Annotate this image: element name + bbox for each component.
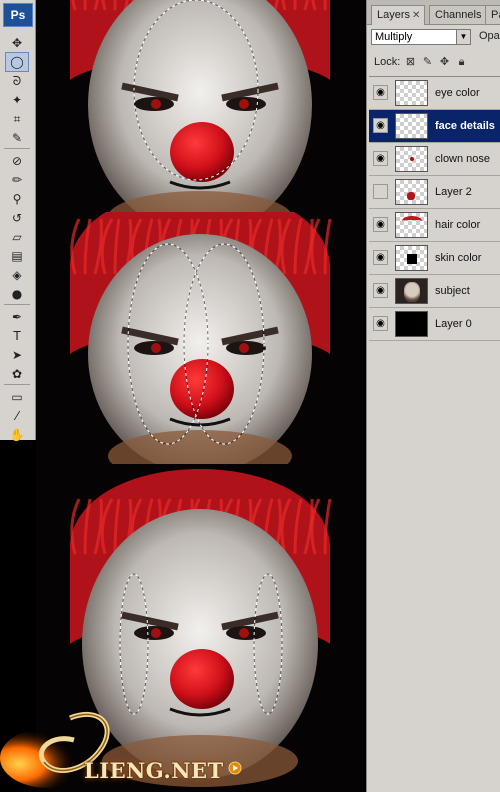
hand-tool[interactable]: ✋ <box>5 425 29 445</box>
tool-separator <box>4 304 30 305</box>
layer-row[interactable]: ◉ eye color <box>369 77 500 110</box>
layer-thumbnail[interactable] <box>395 113 428 139</box>
tab-paths[interactable]: Pa <box>485 5 500 24</box>
brush-tool[interactable]: ✏ <box>5 170 29 190</box>
eye-icon[interactable]: ◉ <box>373 217 388 232</box>
tab-channels[interactable]: Channels <box>429 5 487 24</box>
panel-tab-bar: Layers✕ Channels Pa <box>367 0 500 25</box>
layer-name: eye color <box>435 87 480 99</box>
move-lock-icon[interactable]: ✥ <box>438 55 451 69</box>
path-selection-tool[interactable]: ➤ <box>5 345 29 365</box>
layer-thumbnail[interactable] <box>395 179 428 205</box>
layer-name: subject <box>435 285 470 297</box>
layer-row[interactable]: ◉ subject <box>369 275 500 308</box>
layer-row[interactable]: ◉ face details <box>369 110 500 143</box>
layer-row[interactable]: ◉ hair color <box>369 209 500 242</box>
eye-icon[interactable]: ◉ <box>373 85 388 100</box>
tab-paths-label: Pa <box>491 9 500 21</box>
layer-row[interactable]: ◉ Layer 0 <box>369 308 500 341</box>
document-canvas[interactable] <box>36 0 364 792</box>
tool-separator <box>4 384 30 385</box>
layer-list: ◉ eye color ◉ face details ◉ clown nose Layer … <box>369 76 500 342</box>
layer-thumbnail[interactable] <box>395 245 428 271</box>
gradient-tool[interactable]: ▤ <box>5 246 29 266</box>
eye-icon[interactable] <box>373 184 388 199</box>
color-sampler-tool[interactable]: ⁄ <box>5 406 29 426</box>
close-icon[interactable]: ✕ <box>412 10 420 21</box>
tab-layers[interactable]: Layers ✕ <box>371 5 426 25</box>
lock-label: Lock: <box>374 56 401 68</box>
tab-channels-label: Channels <box>435 9 482 21</box>
eye-icon[interactable]: ◉ <box>373 118 388 133</box>
padlock-icon[interactable]: 🔒︎ <box>455 55 468 69</box>
layer-name: hair color <box>435 219 481 231</box>
elliptical-marquee-tool[interactable]: ◯ <box>5 52 29 72</box>
dodge-tool[interactable]: ● <box>5 284 29 304</box>
move-tool[interactable]: ✥ <box>5 33 29 53</box>
layer-row[interactable]: ◉ skin color <box>369 242 500 275</box>
pen-tool[interactable]: ✒ <box>5 307 29 327</box>
magic-wand-tool[interactable]: ✦ <box>5 90 29 110</box>
clown-face-illustration <box>70 212 332 464</box>
layers-panel: Layers✕ Channels Pa Multiply ▼ Opac Lock… <box>366 0 500 792</box>
tab-layers-label: Layers <box>377 9 411 21</box>
layer-thumbnail[interactable] <box>395 80 428 106</box>
clown-face-illustration <box>70 0 330 212</box>
tool-separator <box>4 148 30 149</box>
lock-row: Lock: ⊠ ✎ ✥ 🔒︎ <box>371 55 499 71</box>
layer-thumbnail[interactable] <box>395 146 428 172</box>
layer-thumbnail[interactable] <box>395 212 428 238</box>
eye-icon[interactable]: ◉ <box>373 151 388 166</box>
layer-row[interactable]: ◉ clown nose <box>369 143 500 176</box>
custom-shape-tool[interactable]: ✿ <box>5 364 29 384</box>
opacity-label: Opac <box>479 30 500 42</box>
eye-icon[interactable]: ◉ <box>373 250 388 265</box>
layer-thumbnail[interactable] <box>395 278 428 304</box>
eye-icon[interactable]: ◉ <box>373 283 388 298</box>
history-brush-tool[interactable]: ↺ <box>5 208 29 228</box>
eraser-tool[interactable]: ▱ <box>5 227 29 247</box>
chevron-down-icon[interactable]: ▼ <box>456 30 470 44</box>
brush-lock-icon[interactable]: ✎ <box>421 55 434 69</box>
layer-name: Layer 0 <box>435 318 472 330</box>
layer-name: skin color <box>435 252 482 264</box>
photoshop-logo[interactable]: Ps <box>3 3 33 27</box>
blend-mode-value: Multiply <box>375 31 413 43</box>
lasso-tool[interactable]: ᘐ <box>5 71 29 91</box>
blend-mode-select[interactable]: Multiply ▼ <box>371 29 471 45</box>
notes-tool[interactable]: ▭ <box>5 387 29 407</box>
layer-thumbnail[interactable] <box>395 311 428 337</box>
type-tool[interactable]: T <box>5 326 29 346</box>
layer-name: face details <box>435 120 495 132</box>
blur-tool[interactable]: ◈ <box>5 265 29 285</box>
transparent-pixels-lock-icon[interactable]: ⊠ <box>404 55 417 69</box>
healing-brush-tool[interactable]: ⊘ <box>5 151 29 171</box>
layer-row[interactable]: Layer 2 <box>369 176 500 209</box>
image-panel-2 <box>36 212 364 464</box>
eye-icon[interactable]: ◉ <box>373 316 388 331</box>
tools-palette: Ps ✥ ◯ ᘐ ✦ ⌗ ✎ ⊘ ✏ ⚲ ↺ ▱ ▤ ◈ ● ✒ T ➤ ✿ ▭ ⁄ ✋ <box>0 0 36 442</box>
crop-tool[interactable]: ⌗ <box>5 109 29 129</box>
image-panel-1 <box>36 0 364 212</box>
layer-name: clown nose <box>435 153 491 165</box>
layer-name: Layer 2 <box>435 186 472 198</box>
watermark-text: LIENG.NET <box>84 758 224 783</box>
eyedropper-tool[interactable]: ✎ <box>5 128 29 148</box>
clone-stamp-tool[interactable]: ⚲ <box>5 189 29 209</box>
